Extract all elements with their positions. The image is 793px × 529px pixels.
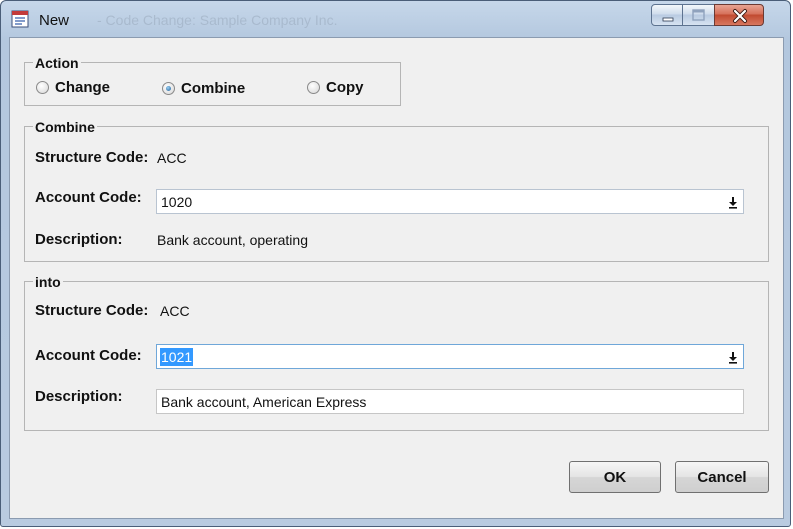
close-button[interactable]: [714, 4, 764, 26]
app-icon: [11, 10, 29, 28]
radio-combine[interactable]: Combine: [162, 80, 245, 97]
minimize-button[interactable]: [651, 4, 683, 26]
radio-icon: [36, 81, 49, 94]
dropdown-arrow-icon[interactable]: [727, 350, 739, 364]
dropdown-arrow-icon[interactable]: [727, 195, 739, 209]
radio-change-label: Change: [55, 79, 111, 96]
combine-group: Combine Structure Code: ACC Account Code…: [24, 119, 769, 262]
dialog-window: New - Code Change: Sample Company Inc. A…: [0, 0, 791, 527]
maximize-icon: [692, 9, 705, 21]
into-description-text: Bank account, American Express: [161, 394, 367, 410]
ok-button[interactable]: OK: [569, 461, 661, 493]
into-description-field[interactable]: Bank account, American Express: [156, 389, 744, 414]
window-title-ghost: - Code Change: Sample Company Inc.: [97, 12, 338, 28]
combine-account-code-text: 1020: [161, 194, 193, 210]
into-description-label: Description:: [35, 388, 123, 405]
cancel-button[interactable]: Cancel: [675, 461, 769, 493]
dialog-client-area: Action Change Combine Copy Combine Struc…: [9, 37, 784, 519]
combine-description-value: Bank account, operating: [157, 232, 308, 248]
maximize-button[interactable]: [683, 4, 714, 26]
combine-account-code-combo[interactable]: 1020: [156, 189, 744, 214]
combine-structure-code-label: Structure Code:: [35, 149, 149, 166]
action-legend: Action: [33, 55, 81, 71]
radio-copy-label: Copy: [326, 79, 364, 96]
into-structure-code-label: Structure Code:: [35, 302, 149, 319]
combine-description-label: Description:: [35, 231, 123, 248]
into-structure-code-value: ACC: [160, 303, 190, 319]
title-bar[interactable]: New - Code Change: Sample Company Inc.: [1, 1, 790, 37]
combine-structure-code-value: ACC: [157, 150, 187, 166]
action-group: Action Change Combine Copy: [24, 55, 401, 106]
into-account-code-combo[interactable]: 1021: [156, 344, 744, 369]
minimize-icon: [662, 17, 674, 22]
radio-copy[interactable]: Copy: [307, 79, 364, 96]
into-account-code-label: Account Code:: [35, 347, 142, 364]
into-group: into Structure Code: ACC Account Code: 1…: [24, 274, 769, 431]
radio-change[interactable]: Change: [36, 79, 110, 96]
combine-legend: Combine: [33, 119, 97, 135]
into-account-code-text: 1021: [160, 348, 194, 366]
window-title: New: [39, 12, 70, 29]
combine-account-code-label: Account Code:: [35, 189, 142, 206]
into-legend: into: [33, 274, 63, 290]
close-icon: [733, 9, 747, 23]
radio-icon: [162, 82, 175, 95]
radio-combine-label: Combine: [181, 80, 246, 97]
radio-icon: [307, 81, 320, 94]
